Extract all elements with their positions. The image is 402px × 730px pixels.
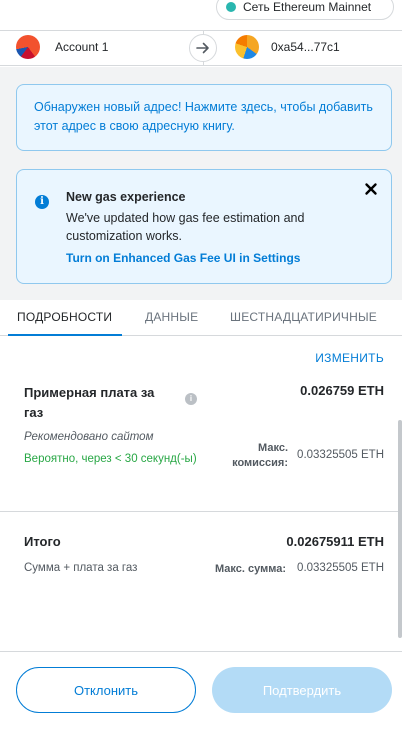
gas-experience-notice: i New gas experience We've updated how g… [16, 169, 392, 284]
gas-notice-title: New gas experience [66, 190, 186, 204]
total-sub-label: Сумма + плата за газ [24, 562, 138, 574]
details-scrollbar[interactable] [398, 420, 402, 638]
max-amount-label: Макс. сумма: [214, 563, 286, 575]
sender-recipient-row: Account 1 0xa54...77c1 [0, 30, 402, 66]
total-value: 0.02675911 ETH [286, 534, 384, 549]
gas-fee-label: Примерная плата за газ [24, 385, 155, 420]
gas-fee-value: 0.026759 ETH [300, 383, 384, 398]
reject-button[interactable]: Отклонить [16, 667, 196, 713]
sender-account[interactable]: Account 1 [16, 35, 108, 59]
active-tab-indicator [8, 334, 122, 336]
recipient-account[interactable]: 0xa54...77c1 [235, 35, 340, 59]
info-icon: i [35, 195, 49, 209]
sender-account-name: Account 1 [55, 40, 109, 54]
total-label: Итого [24, 534, 61, 549]
gas-fee-info-icon[interactable]: i [185, 393, 197, 405]
transaction-tabs: ПОДРОБНОСТИ ДАННЫЕ ШЕСТНАДЦАТИРИЧНЫЕ [0, 300, 402, 336]
max-fee-label: Макс. комиссия: [232, 441, 288, 471]
tab-hex[interactable]: ШЕСТНАДЦАТИРИЧНЫЕ [230, 310, 377, 324]
enhanced-gas-settings-link[interactable]: Turn on Enhanced Gas Fee UI in Settings [66, 251, 300, 265]
network-label: Сеть Ethereum Mainnet [243, 0, 372, 14]
details-divider [0, 511, 402, 512]
recipient-address: 0xa54...77c1 [271, 40, 340, 54]
footer-divider [0, 651, 402, 652]
recipient-avatar-icon [235, 35, 259, 59]
network-status-dot [226, 2, 236, 12]
network-selector[interactable]: Сеть Ethereum Mainnet [216, 0, 394, 20]
tab-data[interactable]: ДАННЫЕ [145, 310, 198, 324]
confirm-button[interactable]: Подтвердить [212, 667, 392, 713]
tab-details[interactable]: ПОДРОБНОСТИ [17, 310, 112, 324]
max-fee-label-line2: комиссия: [232, 457, 288, 469]
max-fee-value: 0.03325505 ETH [297, 449, 384, 461]
network-bar: Сеть Ethereum Mainnet [0, 0, 402, 30]
close-icon[interactable] [363, 181, 379, 197]
new-address-notice-text: Обнаружен новый адрес! Нажмите здесь, чт… [34, 100, 373, 133]
max-amount-value: 0.03325505 ETH [297, 562, 384, 574]
arrow-right-icon [189, 34, 217, 62]
new-address-notice[interactable]: Обнаружен новый адрес! Нажмите здесь, чт… [16, 84, 392, 151]
edit-link[interactable]: ИЗМЕНИТЬ [315, 351, 384, 365]
estimated-time-label: Вероятно, через < 30 секунд(-ы) [24, 453, 197, 465]
max-fee-label-line1: Макс. [258, 442, 288, 454]
gas-notice-body: We've updated how gas fee estimation and… [66, 211, 305, 243]
recommended-by-site-label: Рекомендовано сайтом [24, 431, 154, 443]
sender-avatar-icon [16, 35, 40, 59]
